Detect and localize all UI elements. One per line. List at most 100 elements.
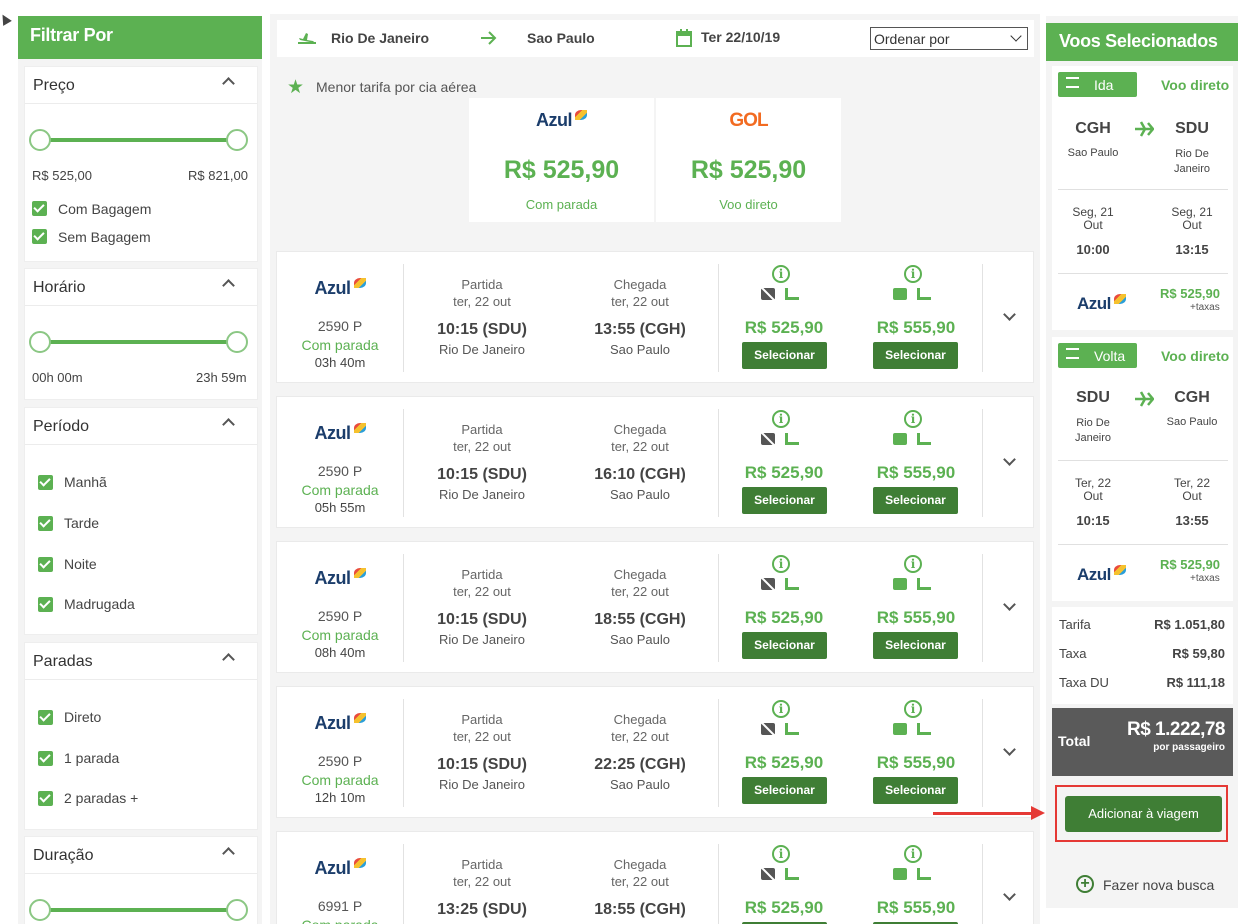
price-slider-max-handle[interactable] [226,129,248,151]
plane-icon [1135,391,1154,407]
checkbox-direto[interactable] [38,710,53,725]
info-icon[interactable]: i [904,845,922,863]
checkbox-madrugada[interactable] [38,597,53,612]
summary-fare-label: Tarifa [1059,617,1091,632]
chevron-up-icon[interactable] [222,279,235,292]
flight-arr-time: 16:10 (CGH) [594,466,686,483]
label-1-parada: 1 parada [64,750,120,766]
duration-slider-max-handle[interactable] [226,899,248,921]
best-fare-gol[interactable]: GOL R$ 525,90 Voo direto [656,98,841,222]
summary-du-label: Taxa DU [1059,675,1109,690]
best-fare-azul[interactable]: Azul R$ 525,90 Com parada [469,98,654,222]
select-basic-button[interactable]: Selecionar [742,487,827,514]
filter-price-toggle[interactable]: Preço [25,67,257,104]
total-value: R$ 1.222,78 [1126,719,1226,740]
flight-dep-time: 10:15 (SDU) [437,611,527,628]
takeoff-icon [1066,77,1079,79]
chevron-up-icon[interactable] [222,77,235,90]
filter-schedule-title: Horário [33,279,86,296]
info-icon[interactable]: i [772,700,790,718]
checkbox-1-parada[interactable] [38,751,53,766]
select-basic-button[interactable]: Selecionar [742,342,827,369]
filter-duration-toggle[interactable]: Duração [25,837,257,874]
checkbox-manha[interactable] [38,475,53,490]
info-icon[interactable]: i [772,845,790,863]
info-icon[interactable]: i [772,410,790,428]
duration-slider-min-handle[interactable] [29,899,51,921]
checkbox-noite[interactable] [38,557,53,572]
checkbox-sem-bagagem[interactable] [32,229,47,244]
select-plus-button[interactable]: Selecionar [873,342,958,369]
label-sem-bagagem: Sem Bagagem [58,229,151,245]
chevron-down-icon[interactable] [1003,598,1016,611]
flight-arr-time: 18:55 (CGH) [594,901,686,918]
select-basic-button[interactable]: Selecionar [742,777,827,804]
sort-select[interactable]: Ordenar por [870,27,1028,50]
chevron-down-icon[interactable] [1003,888,1016,901]
chevron-down-icon[interactable] [1003,453,1016,466]
flight-card: Azul 2590 P Com parada 12h 10m Partida t… [276,686,1034,818]
flight-card: Azul 2590 P Com parada 08h 40m Partida t… [276,541,1034,673]
chevron-up-icon[interactable] [222,653,235,666]
info-icon[interactable]: i [772,555,790,573]
schedule-slider-track[interactable] [39,340,235,344]
schedule-slider-min-handle[interactable] [29,331,51,353]
select-plus-button[interactable]: Selecionar [873,777,958,804]
price-slider-track[interactable] [39,138,235,142]
add-to-trip-button[interactable]: Adicionar à viagem [1065,796,1222,832]
inbound-to-code: CGH [1174,389,1210,406]
flight-arr-date: ter, 22 out [611,439,669,454]
inbound-tag: Volta [1058,343,1137,368]
flight-card: Azul 2590 P Com parada 03h 40m Partida t… [276,251,1034,383]
chevron-down-icon[interactable] [1003,743,1016,756]
new-search-label: Fazer nova busca [1103,877,1215,893]
outbound-dep-dir: Out [1083,218,1103,232]
info-icon[interactable]: i [904,700,922,718]
baggage-icon [893,723,907,735]
divider [403,554,404,662]
new-search-link[interactable]: + Fazer nova busca [1052,866,1233,904]
divider [982,409,983,517]
outbound-arr-time: 13:15 [1175,242,1209,257]
inbound-arr-dir: Out [1182,489,1202,503]
chevron-up-icon[interactable] [222,418,235,431]
seat-icon [785,433,799,445]
checkbox-com-bagagem[interactable] [32,201,47,216]
azul-bird-icon [353,713,366,723]
flight-dep-city: Rio De Janeiro [439,632,525,647]
select-plus-button[interactable]: Selecionar [873,487,958,514]
chevron-down-icon[interactable] [1003,308,1016,321]
schedule-slider-max-handle[interactable] [226,331,248,353]
outbound-tag-label: Ida [1094,77,1114,93]
price-slider-min-handle[interactable] [29,129,51,151]
flight-stops: Com parada [301,337,379,353]
no-baggage-icon [760,576,776,592]
filter-schedule-toggle[interactable]: Horário [25,269,257,306]
flight-arr-label: Chegada [613,422,667,437]
best-fare-azul-note: Com parada [525,197,598,212]
search-origin: Rio De Janeiro [331,30,430,46]
seat-icon [785,723,799,735]
duration-slider-track[interactable] [39,908,235,912]
filter-duration: Duração [24,836,258,924]
info-icon[interactable]: i [904,410,922,428]
flight-fare-basic: R$ 525,90 [744,318,824,337]
flight-arr-date: ter, 22 out [611,294,669,309]
checkbox-2-paradas[interactable] [38,791,53,806]
best-fares-label: Menor tarifa por cia aérea [316,79,477,95]
chevron-up-icon[interactable] [222,847,235,860]
filter-stops-title: Paradas [33,653,93,670]
select-plus-button[interactable]: Selecionar [873,632,958,659]
inbound-price: R$ 525,90 [1160,557,1220,572]
checkbox-tarde[interactable] [38,516,53,531]
info-icon[interactable]: i [904,555,922,573]
filter-stops-toggle[interactable]: Paradas [25,643,257,680]
filter-period-toggle[interactable]: Período [25,408,257,445]
outbound-taxes: +taxas [1190,302,1220,313]
info-icon[interactable]: i [904,265,922,283]
best-fare-gol-price: R$ 525,90 [690,156,807,184]
flight-duration: 05h 55m [314,500,366,515]
info-icon[interactable]: i [772,265,790,283]
baggage-icon [893,288,907,300]
select-basic-button[interactable]: Selecionar [742,632,827,659]
